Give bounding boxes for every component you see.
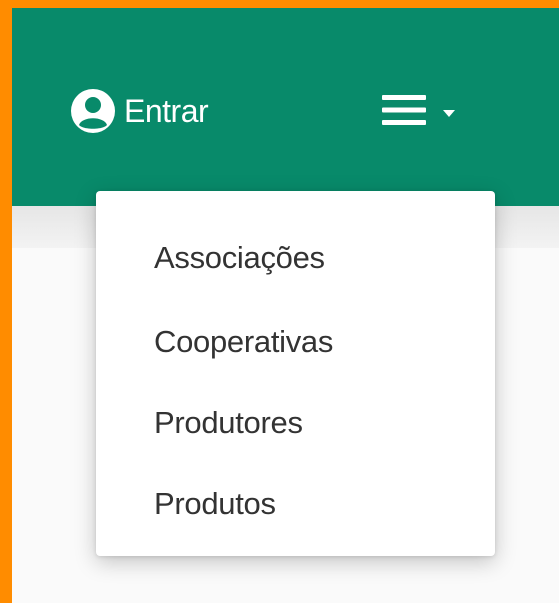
dropdown-item-associacoes[interactable]: Associações xyxy=(96,215,495,301)
app-frame: Entrar Associações Cooperativas Produtor… xyxy=(0,0,559,603)
dropdown-item-produtos[interactable]: Produtos xyxy=(96,463,495,544)
user-circle-icon xyxy=(70,88,116,134)
dropdown-item-produtores[interactable]: Produtores xyxy=(96,382,495,463)
hamburger-icon xyxy=(382,93,426,127)
menu-dropdown-toggle[interactable] xyxy=(382,90,456,130)
login-link[interactable]: Entrar xyxy=(70,86,209,136)
login-label: Entrar xyxy=(124,92,209,129)
dropdown-list: Associações Cooperativas Produtores Prod… xyxy=(96,191,495,544)
top-navbar: Entrar xyxy=(12,8,559,206)
dropdown-item-cooperativas[interactable]: Cooperativas xyxy=(96,301,495,382)
nav-dropdown-menu: Associações Cooperativas Produtores Prod… xyxy=(96,191,495,556)
app-window: Entrar Associações Cooperativas Produtor… xyxy=(12,8,559,603)
caret-down-icon xyxy=(442,105,456,117)
